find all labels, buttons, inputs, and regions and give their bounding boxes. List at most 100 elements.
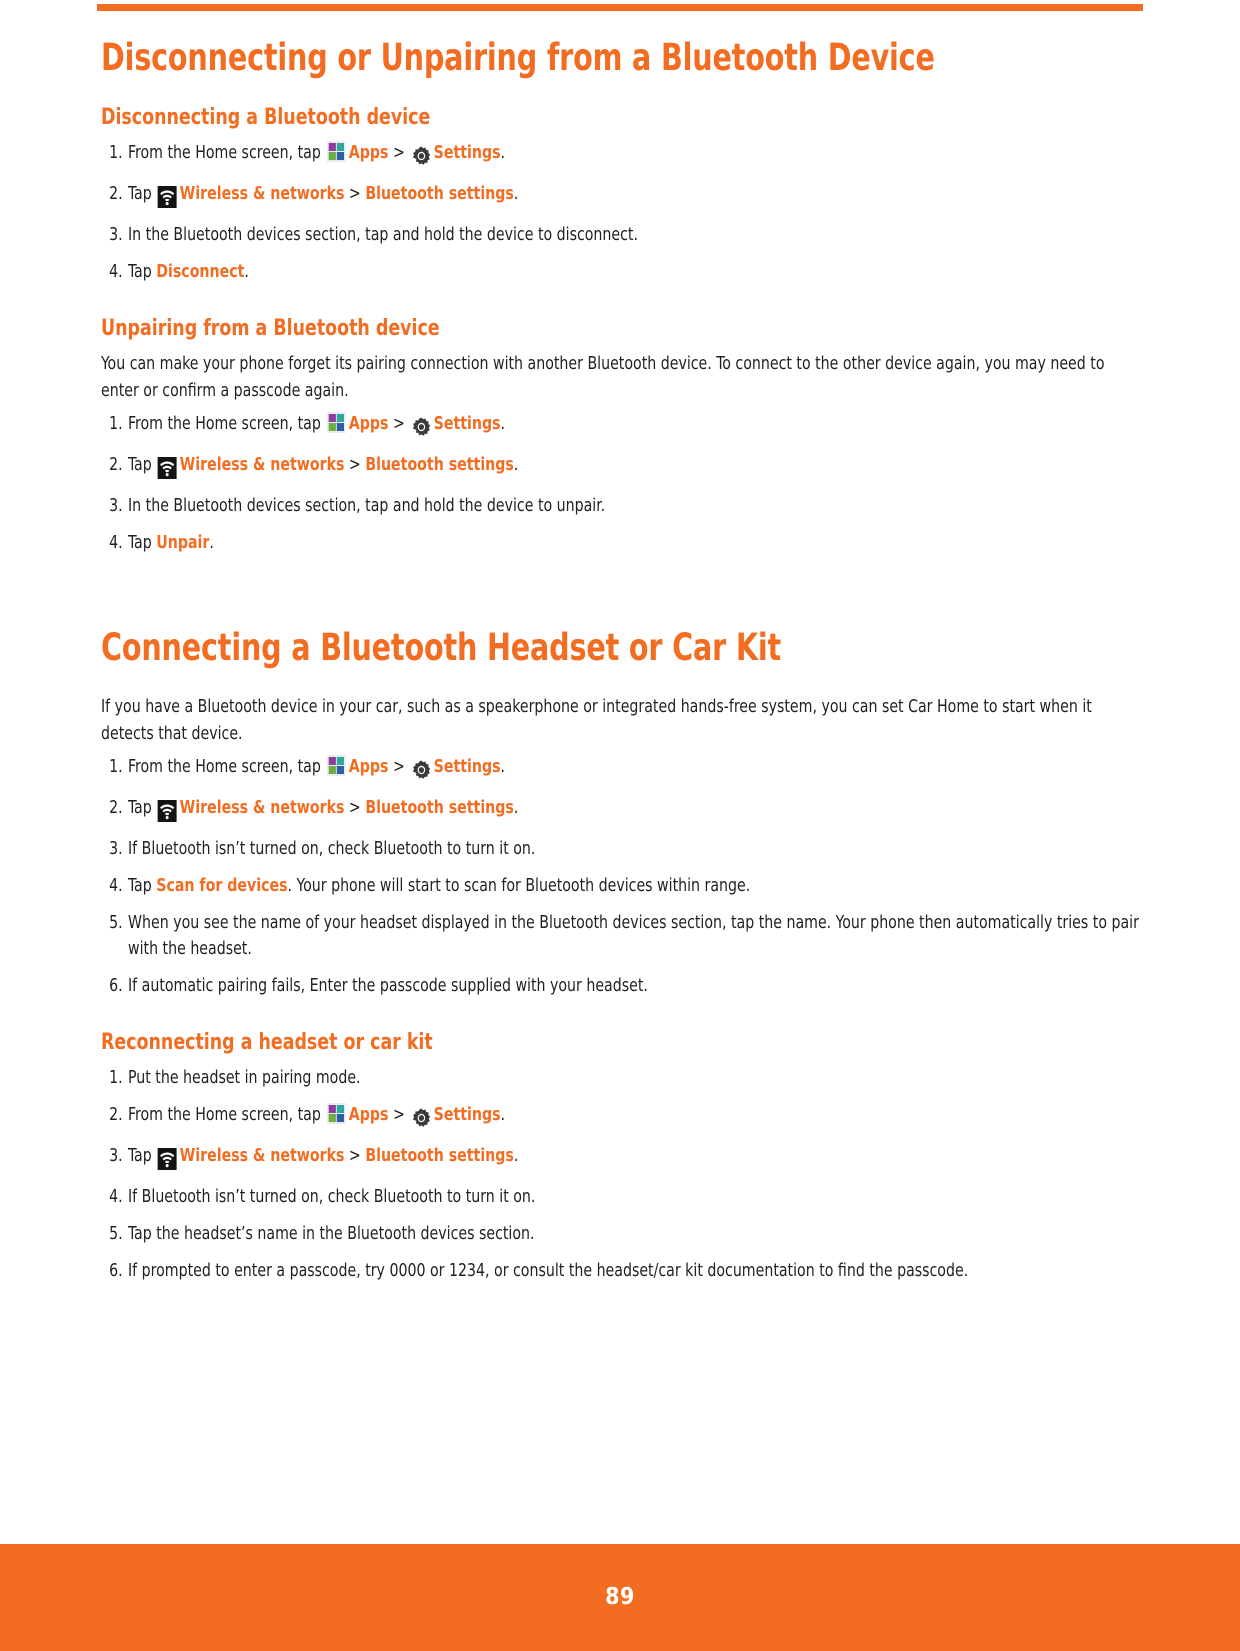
step-number: 1.: [109, 1068, 123, 1088]
apps-grid-icon[interactable]: [327, 141, 347, 162]
apps-grid-cell: [328, 1114, 337, 1122]
steps-unpairing: 1. From the Home screen, tap Apps > Setti…: [101, 411, 1143, 556]
step-number: 1.: [109, 414, 123, 434]
step-text-part: Tap: [128, 184, 157, 204]
step-link[interactable]: Bluetooth settings: [365, 455, 514, 475]
step-text: Tap Wireless & networks > Bluetooth sett…: [128, 455, 518, 479]
step-item: 2. Tap Wireless & networks > Bluetooth se…: [101, 795, 1169, 825]
step-item: 6. If automatic pairing fails, Enter the …: [101, 973, 1169, 999]
step-number: 4.: [109, 262, 123, 282]
step-link[interactable]: Wireless & networks: [180, 1146, 345, 1166]
wifi-icon[interactable]: [156, 799, 179, 825]
step-item: 1. From the Home screen, tap Apps > Setti…: [101, 754, 1169, 784]
apps-grid-cell: [337, 414, 345, 422]
step-link[interactable]: Apps: [349, 143, 389, 163]
step-text-part: .: [244, 262, 249, 282]
step-number: 3.: [109, 1146, 123, 1166]
step-number: 2.: [109, 1105, 123, 1125]
step-text-part: .: [500, 757, 506, 777]
step-item: 2. From the Home screen, tap Apps > Setti…: [101, 1102, 1169, 1132]
step-link[interactable]: Bluetooth settings: [365, 1146, 514, 1166]
step-text: Tap Disconnect.: [128, 262, 249, 282]
step-link[interactable]: Wireless & networks: [180, 798, 345, 818]
step-text-part: If Bluetooth isn’t turned on, check Blue…: [128, 1187, 536, 1207]
wifi-icon[interactable]: [156, 1147, 179, 1173]
step-number: 4.: [109, 876, 123, 896]
step-number: 4.: [109, 1187, 123, 1207]
step-text: From the Home screen, tap Apps > Setting…: [128, 1103, 506, 1127]
step-item: 3. In the Bluetooth devices section, tap …: [101, 493, 1169, 519]
step-number: 2.: [109, 455, 123, 475]
step-separator: >: [388, 143, 410, 163]
page-title: Disconnecting or Unpairing from a Blueto…: [101, 36, 935, 79]
step-separator: >: [344, 184, 366, 204]
step-text-part: From the Home screen, tap: [128, 414, 326, 434]
step-text: If Bluetooth isn’t turned on, check Blue…: [128, 1187, 535, 1207]
gear-icon[interactable]: [409, 1106, 433, 1132]
step-separator: >: [388, 1105, 410, 1125]
step-text: Tap Scan for devices. Your phone will st…: [128, 876, 750, 896]
page-footer: 89: [0, 1544, 1240, 1651]
step-link[interactable]: Settings: [434, 143, 501, 163]
step-text-part: Put the headset in pairing mode.: [128, 1068, 361, 1088]
step-separator: >: [388, 757, 410, 777]
step-link[interactable]: Unpair: [156, 533, 209, 553]
apps-grid-cell: [328, 143, 337, 151]
step-text: If Bluetooth isn’t turned on, check Blue…: [128, 839, 535, 859]
wifi-icon[interactable]: [156, 185, 179, 211]
step-number: 3.: [109, 496, 123, 516]
step-number: 6.: [109, 976, 123, 996]
step-item: 4. Tap Unpair.: [101, 530, 1169, 556]
step-link[interactable]: Wireless & networks: [180, 455, 345, 475]
apps-grid-cell: [328, 152, 337, 160]
step-item: 4. Tap Scan for devices. Your phone will …: [101, 873, 1169, 899]
step-text-part: Tap: [128, 798, 157, 818]
step-separator: >: [344, 1146, 366, 1166]
step-link[interactable]: Wireless & networks: [180, 184, 345, 204]
section-title-connecting-headset: Connecting a Bluetooth Headset or Car Ki…: [101, 626, 782, 669]
step-link[interactable]: Apps: [349, 414, 389, 434]
step-text-part: Tap: [128, 1146, 157, 1166]
apps-grid-cell: [337, 1114, 345, 1122]
step-link[interactable]: Apps: [349, 757, 389, 777]
apps-grid-cell: [328, 766, 337, 774]
step-link[interactable]: Settings: [434, 414, 501, 434]
wifi-icon[interactable]: [156, 456, 179, 482]
step-link[interactable]: Settings: [434, 1105, 501, 1125]
apps-grid-cell: [337, 152, 345, 160]
step-text-part: .: [513, 184, 519, 204]
step-link[interactable]: Scan for devices: [156, 876, 287, 896]
step-text: From the Home screen, tap Apps > Setting…: [128, 412, 505, 436]
apps-grid-icon[interactable]: [327, 755, 347, 776]
step-link[interactable]: Bluetooth settings: [365, 184, 514, 204]
step-text-part: From the Home screen, tap: [128, 143, 326, 163]
step-text: Put the headset in pairing mode.: [128, 1068, 361, 1088]
step-link[interactable]: Bluetooth settings: [365, 798, 514, 818]
step-text-part: Tap: [128, 455, 157, 475]
gear-icon[interactable]: [409, 144, 433, 170]
header-rule: [97, 4, 1143, 11]
step-text: Tap Wireless & networks > Bluetooth sett…: [128, 798, 518, 822]
gear-icon[interactable]: [409, 415, 433, 441]
step-item: 3. Tap Wireless & networks > Bluetooth se…: [101, 1143, 1169, 1173]
step-text: Tap Unpair.: [128, 533, 214, 553]
step-text: Tap Wireless & networks > Bluetooth sett…: [128, 184, 519, 208]
apps-grid-icon[interactable]: [327, 412, 347, 433]
step-link[interactable]: Disconnect: [156, 262, 244, 282]
step-link[interactable]: Apps: [349, 1105, 389, 1125]
step-text-part: Tap: [128, 876, 157, 896]
apps-grid-cell: [328, 1105, 337, 1113]
gear-icon[interactable]: [409, 758, 433, 784]
step-item: 2. Tap Wireless & networks > Bluetooth se…: [101, 181, 1169, 211]
step-text: From the Home screen, tap Apps > Setting…: [128, 755, 506, 779]
step-text-part: From the Home screen, tap: [128, 1105, 326, 1125]
step-item: 2. Tap Wireless & networks > Bluetooth se…: [101, 452, 1169, 482]
step-item: 1. Put the headset in pairing mode.: [101, 1065, 1169, 1091]
apps-grid-cell: [337, 143, 345, 151]
apps-grid-icon[interactable]: [327, 1103, 347, 1124]
step-item: 3. In the Bluetooth devices section, tap …: [101, 222, 1169, 248]
step-link[interactable]: Settings: [434, 757, 501, 777]
step-text: In the Bluetooth devices section, tap an…: [128, 225, 638, 245]
step-text-part: .: [500, 1105, 506, 1125]
step-text-part: .: [209, 533, 214, 553]
